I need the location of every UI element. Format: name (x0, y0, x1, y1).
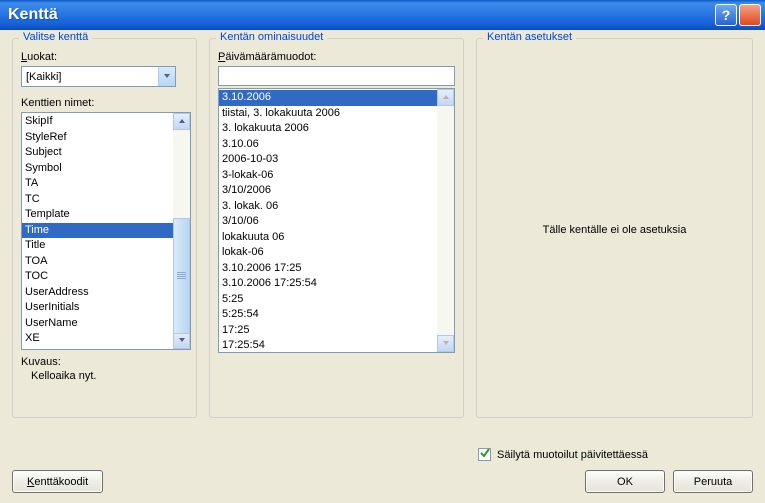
scroll-down-button[interactable] (437, 335, 454, 352)
list-item[interactable]: UserName (22, 316, 173, 332)
list-item[interactable]: UserInitials (22, 300, 173, 316)
list-item[interactable]: 3/10/2006 (219, 183, 437, 199)
list-item[interactable]: XE (22, 331, 173, 347)
list-item[interactable]: 17:25:54 (219, 338, 437, 353)
categories-combo[interactable]: [Kaikki] (21, 66, 176, 87)
scroll-up-button[interactable] (173, 113, 190, 130)
select-field-group: Valitse kenttä Luokat: [Kaikki] Kenttien… (12, 38, 197, 418)
list-item[interactable]: UserAddress (22, 285, 173, 301)
field-names-label: Kenttien nimet: (21, 97, 188, 109)
field-settings-group: Kentän asetukset Tälle kentälle ei ole a… (476, 38, 753, 418)
date-formats-scrollbar[interactable] (437, 89, 454, 352)
list-item[interactable]: 3.10.06 (219, 137, 437, 153)
categories-combo-value: [Kaikki] (22, 71, 158, 83)
list-item[interactable]: SkipIf (22, 114, 173, 130)
list-item[interactable]: 2006-10-03 (219, 152, 437, 168)
date-formats-label: Päivämäärämuodot: (218, 51, 455, 63)
list-item[interactable]: Title (22, 238, 173, 254)
list-item[interactable]: 3.10.2006 17:25 (219, 261, 437, 277)
list-item[interactable]: TA (22, 176, 173, 192)
list-item[interactable]: TC (22, 192, 173, 208)
help-icon: ? (722, 7, 731, 23)
window-title: Kenttä (8, 6, 713, 24)
list-item[interactable]: Template (22, 207, 173, 223)
list-item[interactable]: TOC (22, 269, 173, 285)
preserve-formatting-checkbox[interactable] (478, 448, 491, 461)
description-label: Kuvaus: (21, 356, 188, 368)
field-settings-legend: Kentän asetukset (483, 31, 576, 43)
date-format-input[interactable] (218, 66, 455, 86)
field-properties-group: Kentän ominaisuudet Päivämäärämuodot: 3.… (209, 38, 464, 418)
list-item[interactable]: 3. lokakuuta 2006 (219, 121, 437, 137)
list-item[interactable]: Subject (22, 145, 173, 161)
list-item[interactable]: 3.10.2006 17:25:54 (219, 276, 437, 292)
preserve-formatting-label: Säilytä muotoilut päivitettäessä (497, 449, 648, 461)
chevron-down-icon (442, 338, 450, 350)
description-value: Kelloaika nyt. (31, 370, 188, 382)
date-formats-listbox[interactable]: 3.10.2006tiistai, 3. lokakuuta 20063. lo… (218, 88, 455, 353)
scroll-down-button[interactable] (173, 332, 190, 349)
list-item[interactable]: 3. lokak. 06 (219, 199, 437, 215)
checkmark-icon (480, 448, 490, 461)
scroll-up-button[interactable] (437, 89, 454, 106)
list-item[interactable]: lokakuuta 06 (219, 230, 437, 246)
help-button[interactable]: ? (715, 4, 737, 26)
cancel-button[interactable]: Peruuta (673, 470, 753, 493)
titlebar: Kenttä ? (0, 0, 765, 30)
categories-label: Luokat: (21, 51, 188, 63)
list-item[interactable]: 3.10.2006 (219, 90, 437, 106)
list-item[interactable]: 5:25 (219, 292, 437, 308)
scroll-track (437, 106, 454, 335)
list-item[interactable]: lokak-06 (219, 245, 437, 261)
list-item[interactable]: tiistai, 3. lokakuuta 2006 (219, 106, 437, 122)
chevron-up-icon (442, 92, 450, 104)
chevron-down-icon (163, 71, 171, 83)
list-item[interactable]: 17:25 (219, 323, 437, 339)
list-item[interactable]: TOA (22, 254, 173, 270)
scroll-thumb[interactable] (173, 218, 190, 334)
no-settings-message: Tälle kentälle ei ole asetuksia (485, 51, 744, 409)
list-item[interactable]: 3/10/06 (219, 214, 437, 230)
list-item[interactable]: 5:25:54 (219, 307, 437, 323)
chevron-down-icon (178, 335, 186, 347)
field-names-scrollbar[interactable] (173, 113, 190, 349)
close-button[interactable] (739, 4, 761, 26)
field-properties-legend: Kentän ominaisuudet (216, 31, 327, 43)
field-codes-button[interactable]: Kenttäkoodit (12, 470, 103, 493)
list-item[interactable]: Symbol (22, 161, 173, 177)
ok-button[interactable]: OK (585, 470, 665, 493)
list-item[interactable]: 3-lokak-06 (219, 168, 437, 184)
list-item[interactable]: StyleRef (22, 130, 173, 146)
list-item[interactable]: Time (22, 223, 173, 239)
chevron-up-icon (178, 116, 186, 128)
select-field-legend: Valitse kenttä (19, 31, 92, 43)
field-names-listbox[interactable]: SkipIfStyleRefSubjectSymbolTATCTemplateT… (21, 112, 191, 350)
categories-combo-button[interactable] (158, 67, 175, 86)
scroll-track[interactable] (173, 130, 190, 332)
